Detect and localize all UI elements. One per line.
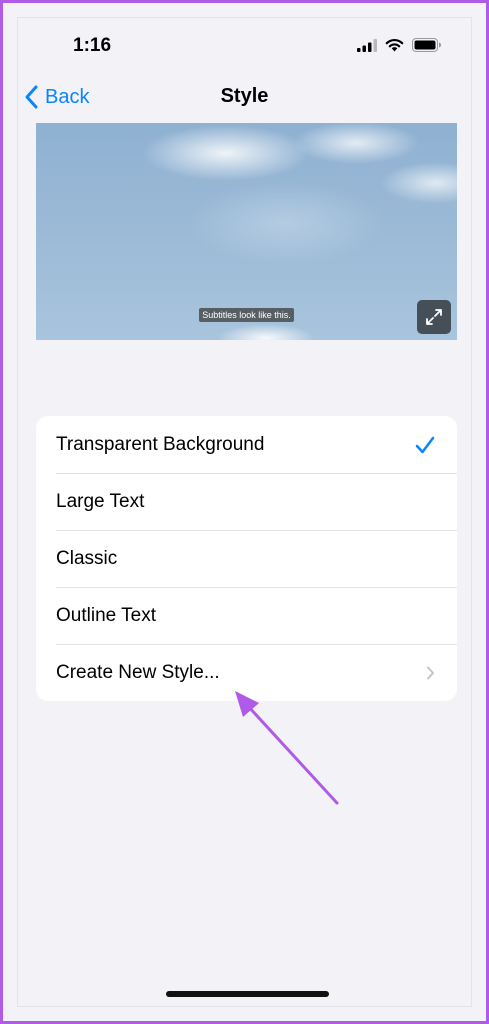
status-bar: 1:16: [3, 31, 486, 61]
style-option-outline-text[interactable]: Outline Text: [36, 587, 457, 644]
subtitle-sample: Subtitles look like this.: [36, 305, 457, 323]
style-option-label: Transparent Background: [56, 433, 265, 455]
signal-icon: [357, 38, 377, 52]
style-option-label: Outline Text: [56, 604, 156, 626]
battery-icon: [412, 38, 441, 52]
style-option-transparent-background[interactable]: Transparent Background: [36, 416, 457, 473]
status-time: 1:16: [73, 35, 112, 56]
style-option-label: Classic: [56, 547, 118, 569]
navigation-bar: Back Style: [3, 81, 486, 115]
expand-button[interactable]: [417, 300, 451, 334]
style-option-label: Large Text: [56, 490, 145, 512]
create-new-style-button[interactable]: Create New Style...: [36, 644, 457, 701]
wifi-icon: [385, 39, 404, 52]
style-option-classic[interactable]: Classic: [36, 530, 457, 587]
style-option-large-text[interactable]: Large Text: [36, 473, 457, 530]
subtitle-preview: Subtitles look like this.: [36, 123, 457, 340]
phone-screen: 1:16 Back Style Subtitles look like this…: [0, 0, 489, 1024]
checkmark-icon: [415, 436, 435, 454]
home-indicator[interactable]: [166, 991, 329, 997]
style-list: Transparent Background Large Text Classi…: [36, 416, 457, 701]
subtitle-sample-text: Subtitles look like this.: [199, 308, 294, 322]
style-option-label: Create New Style...: [56, 661, 220, 683]
chevron-right-icon: [426, 665, 435, 680]
status-icons: [357, 38, 442, 52]
expand-icon: [426, 309, 442, 325]
page-title: Style: [220, 85, 269, 107]
